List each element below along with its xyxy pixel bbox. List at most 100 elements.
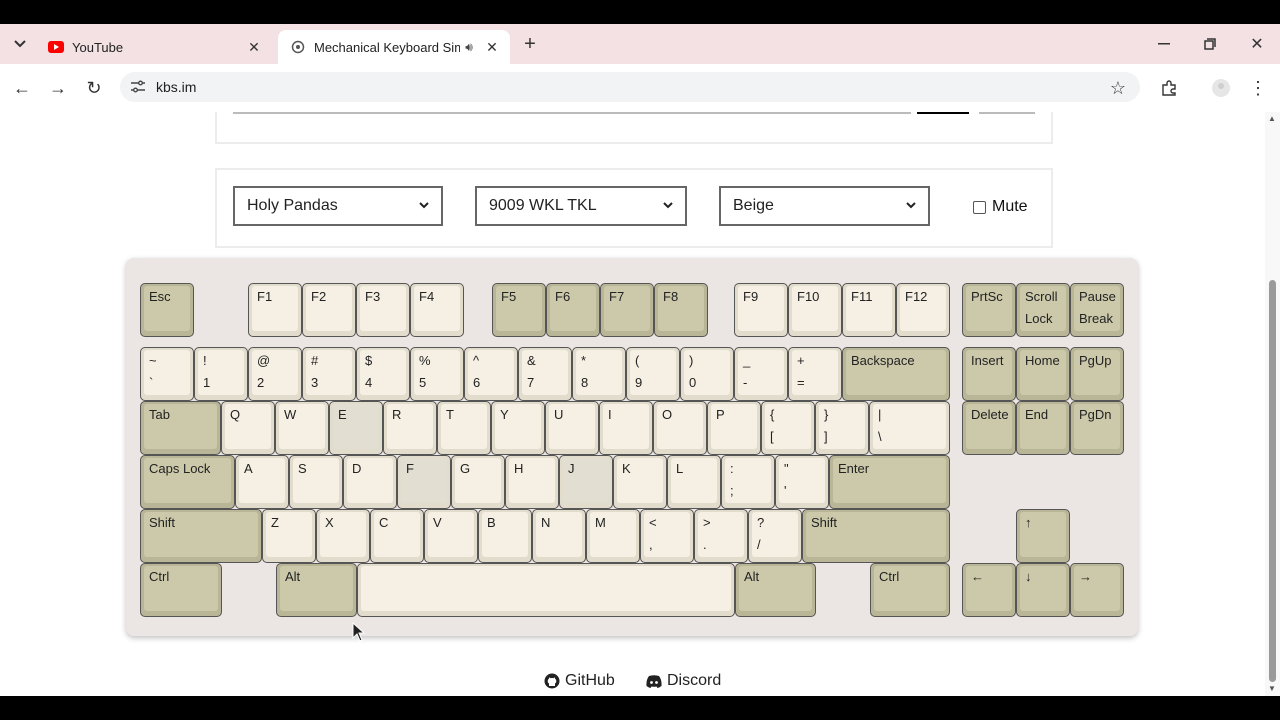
- key-capslock[interactable]: Caps Lock: [140, 455, 235, 509]
- key-rbracket[interactable]: }]: [815, 401, 869, 455]
- light-button[interactable]: [979, 112, 1035, 114]
- key-w[interactable]: W: [275, 401, 329, 455]
- key-d1[interactable]: ! 1: [194, 347, 248, 401]
- layout-select[interactable]: 9009 WKL TKL: [475, 186, 687, 226]
- key-e[interactable]: E: [329, 401, 383, 455]
- back-icon[interactable]: ←: [10, 76, 34, 100]
- key-home[interactable]: Home: [1016, 347, 1070, 401]
- key-a[interactable]: A: [235, 455, 289, 509]
- key-scrolllock[interactable]: Scroll Lock: [1016, 283, 1070, 337]
- key-d[interactable]: D: [343, 455, 397, 509]
- key-h[interactable]: H: [505, 455, 559, 509]
- key-semicolon[interactable]: :;: [721, 455, 775, 509]
- mute-checkbox[interactable]: [973, 200, 986, 214]
- close-window-icon[interactable]: ✕: [1245, 32, 1269, 56]
- key-d6[interactable]: ^ 6: [464, 347, 518, 401]
- key-up[interactable]: ↑: [1016, 509, 1070, 563]
- key-f[interactable]: F: [397, 455, 451, 509]
- key-v[interactable]: V: [424, 509, 478, 563]
- tab-youtube[interactable]: YouTube ✕: [36, 30, 272, 64]
- key-slash[interactable]: ? /: [748, 509, 802, 563]
- key-down[interactable]: ↓: [1016, 563, 1070, 617]
- key-q[interactable]: Q: [221, 401, 275, 455]
- menu-kebab-icon[interactable]: ⋮: [1246, 76, 1270, 100]
- key-backspace[interactable]: Backspace: [842, 347, 950, 401]
- key-rctrl[interactable]: Ctrl: [870, 563, 950, 617]
- key-d5[interactable]: % 5: [410, 347, 464, 401]
- key-f7[interactable]: F7: [600, 283, 654, 337]
- key-n[interactable]: N: [532, 509, 586, 563]
- key-f12[interactable]: F12: [896, 283, 950, 337]
- key-end[interactable]: End: [1016, 401, 1070, 455]
- address-bar[interactable]: kbs.im: [120, 72, 1140, 102]
- key-d3[interactable]: #3: [302, 347, 356, 401]
- key-minus[interactable]: _ -: [734, 347, 788, 401]
- key-s[interactable]: S: [289, 455, 343, 509]
- key-u[interactable]: U: [545, 401, 599, 455]
- key-t[interactable]: T: [437, 401, 491, 455]
- speaker-icon[interactable]: 🔊︎: [460, 40, 478, 55]
- key-l[interactable]: L: [667, 455, 721, 509]
- key-y[interactable]: Y: [491, 401, 545, 455]
- key-b[interactable]: B: [478, 509, 532, 563]
- key-f10[interactable]: F10: [788, 283, 842, 337]
- key-f4[interactable]: F4: [410, 283, 464, 337]
- bookmark-star-icon[interactable]: ☆: [1106, 76, 1130, 100]
- key-d8[interactable]: * 8: [572, 347, 626, 401]
- key-p[interactable]: P: [707, 401, 761, 455]
- tab-close-icon[interactable]: ✕: [244, 39, 264, 56]
- key-pause[interactable]: Pause Break: [1070, 283, 1124, 337]
- key-backslash[interactable]: | \: [869, 401, 950, 455]
- key-i[interactable]: I: [599, 401, 653, 455]
- key-space[interactable]: [357, 563, 735, 617]
- key-f3[interactable]: F3: [356, 283, 410, 337]
- key-left[interactable]: ←: [962, 563, 1016, 617]
- dark-button[interactable]: [917, 112, 969, 114]
- key-d4[interactable]: $4: [356, 347, 410, 401]
- new-tab-icon[interactable]: +: [518, 32, 542, 56]
- key-right[interactable]: →: [1070, 563, 1124, 617]
- restore-icon[interactable]: [1198, 32, 1222, 56]
- key-o[interactable]: O: [653, 401, 707, 455]
- key-pgdn[interactable]: PgDn: [1070, 401, 1124, 455]
- switch-select[interactable]: Holy Pandas: [233, 186, 443, 226]
- discord-link[interactable]: Discord: [646, 672, 721, 690]
- key-lalt[interactable]: Alt: [276, 563, 357, 617]
- key-f1[interactable]: F1: [248, 283, 302, 337]
- color-select[interactable]: Beige: [719, 186, 930, 226]
- key-m[interactable]: M: [586, 509, 640, 563]
- scrollbar-thumb[interactable]: [1269, 280, 1276, 682]
- key-backtick[interactable]: ~ `: [140, 347, 194, 401]
- key-enter[interactable]: Enter: [829, 455, 950, 509]
- key-x[interactable]: X: [316, 509, 370, 563]
- key-f11[interactable]: F11: [842, 283, 896, 337]
- text-input-field[interactable]: [233, 112, 911, 114]
- key-lbracket[interactable]: {[: [761, 401, 815, 455]
- key-f6[interactable]: F6: [546, 283, 600, 337]
- profile-avatar[interactable]: [1209, 76, 1233, 100]
- key-esc[interactable]: Esc: [140, 283, 194, 337]
- key-f2[interactable]: F2: [302, 283, 356, 337]
- key-lctrl[interactable]: Ctrl: [140, 563, 222, 617]
- key-pgup[interactable]: PgUp: [1070, 347, 1124, 401]
- key-g[interactable]: G: [451, 455, 505, 509]
- tab-close-icon[interactable]: ✕: [482, 39, 502, 56]
- scroll-down-arrow-icon[interactable]: ▼: [1268, 684, 1276, 693]
- key-equal[interactable]: + =: [788, 347, 842, 401]
- minimize-icon[interactable]: [1152, 32, 1176, 56]
- forward-icon[interactable]: →: [46, 76, 70, 100]
- page-scrollbar[interactable]: ▲ ▼: [1265, 112, 1280, 696]
- github-link[interactable]: GitHub: [544, 672, 615, 690]
- key-r[interactable]: R: [383, 401, 437, 455]
- key-comma[interactable]: <,: [640, 509, 694, 563]
- mute-toggle[interactable]: Mute: [973, 198, 1028, 216]
- site-info-icon[interactable]: [130, 80, 146, 94]
- key-insert[interactable]: Insert: [962, 347, 1016, 401]
- key-k[interactable]: K: [613, 455, 667, 509]
- key-rshift[interactable]: Shift: [802, 509, 950, 563]
- key-quote[interactable]: " ': [775, 455, 829, 509]
- key-d7[interactable]: & 7: [518, 347, 572, 401]
- key-j[interactable]: J: [559, 455, 613, 509]
- key-d2[interactable]: @2: [248, 347, 302, 401]
- key-ralt[interactable]: Alt: [735, 563, 816, 617]
